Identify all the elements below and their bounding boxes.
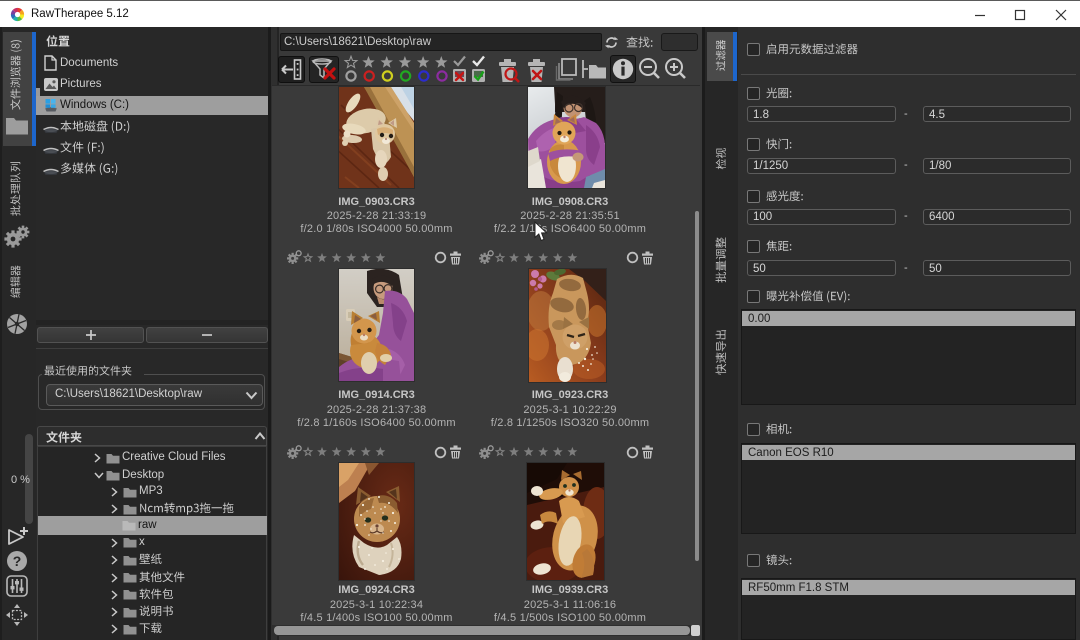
svg-text:?: ? bbox=[13, 553, 22, 569]
